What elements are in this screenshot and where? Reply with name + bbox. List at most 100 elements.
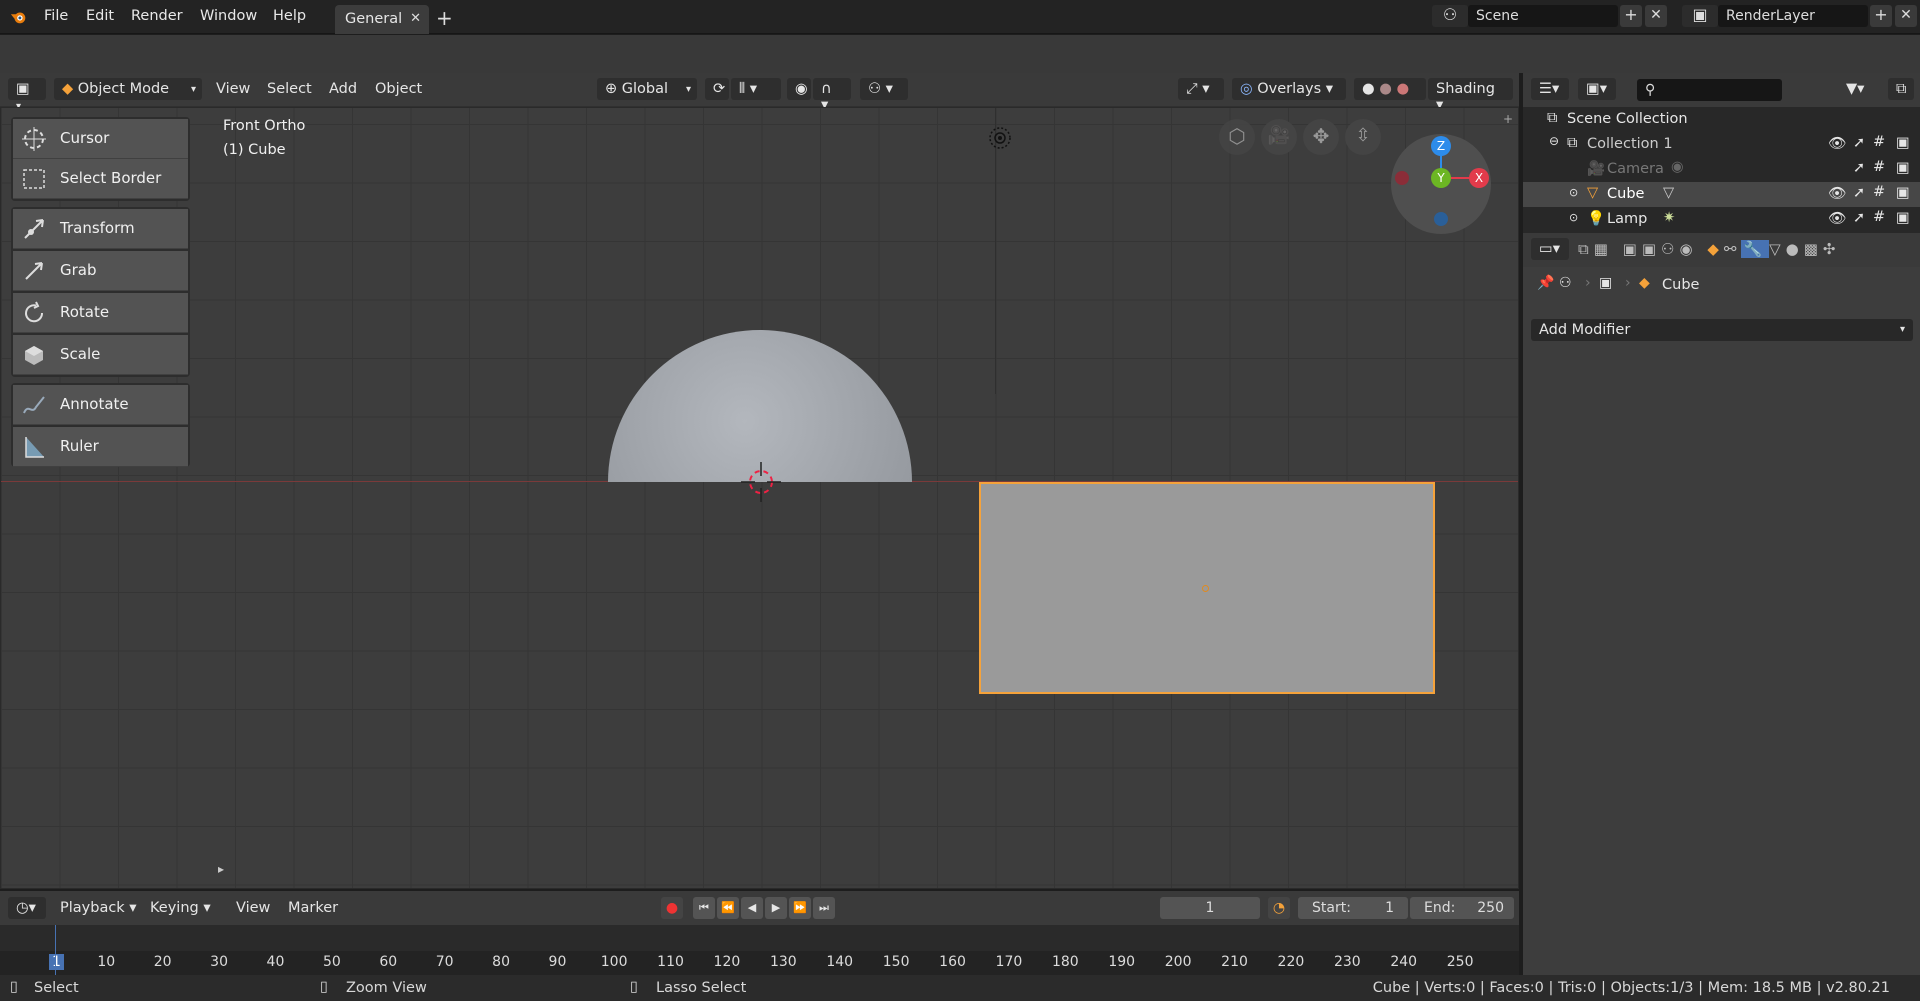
expand-sidebar-icon[interactable]: ▸ <box>218 862 224 876</box>
zoom-view-icon[interactable]: ⇳ <box>1345 119 1381 155</box>
3d-viewport[interactable]: Front Ortho (1) Cube Cursor Select Borde… <box>0 107 1519 889</box>
material-shading-icon[interactable]: ● <box>1379 81 1392 97</box>
renderlayer-selector-icon[interactable]: ▣ <box>1682 5 1718 27</box>
falloff-icon[interactable]: ∩ ▾ <box>813 78 851 113</box>
cube-object-selected[interactable] <box>979 482 1435 694</box>
select-arrow-icon[interactable]: ➚ <box>1853 135 1865 151</box>
delete-scene-button[interactable]: ✕ <box>1645 5 1667 27</box>
outliner-search-input[interactable]: ⚲ <box>1637 79 1782 101</box>
tool-ruler[interactable]: Ruler <box>13 427 188 467</box>
start-frame-field[interactable]: Start: 1 <box>1298 897 1408 919</box>
outliner-editor-type-icon[interactable]: ☰▾ <box>1531 78 1569 100</box>
visibility-eye-icon[interactable]: 👁 <box>1828 210 1846 227</box>
menu-help[interactable]: Help <box>273 8 306 24</box>
jump-keyframe-forward-button[interactable]: ⏩ <box>789 897 811 919</box>
navigation-gizmo[interactable]: Z Y X <box>1391 134 1491 234</box>
select-arrow-icon[interactable]: ➚ <box>1853 160 1865 176</box>
gizmo-toggle-icon[interactable]: ⤢ ▾ <box>1178 78 1224 100</box>
timeline-editor-type-icon[interactable]: ◷▾ <box>8 897 46 919</box>
disable-icon[interactable]: # <box>1873 159 1885 175</box>
menu-object[interactable]: Object <box>367 78 430 100</box>
proportional-edit-icon[interactable]: ◉ <box>787 78 811 100</box>
object-mode-dropdown[interactable]: ◆ Object Mode ▾ <box>54 78 202 100</box>
gizmo-neg-z-axis[interactable] <box>1434 212 1448 226</box>
menu-select[interactable]: Select <box>259 78 320 100</box>
3d-cursor-icon[interactable] <box>741 462 781 502</box>
jump-end-button[interactable]: ⏭ <box>813 897 835 919</box>
persp-ortho-toggle-icon[interactable]: ⬡ <box>1219 119 1255 155</box>
timeline-view-menu[interactable]: View <box>228 897 278 919</box>
new-scene-button[interactable]: + <box>1620 5 1642 27</box>
outliner-row-lamp[interactable]: ⊙ 💡 Lamp ✷ 👁 ➚ # ▣ <box>1523 207 1920 232</box>
expand-icon[interactable]: ⊙ <box>1569 211 1578 224</box>
properties-tabs[interactable]: ⧉▦ ▣▣⚇◉ ◆⚯ 🔧 ▽●▩✣ <box>1578 240 1841 258</box>
overlays-dropdown[interactable]: ◎ Overlays ▾ <box>1232 78 1346 100</box>
tool-scale[interactable]: Scale <box>13 335 188 375</box>
play-reverse-button[interactable]: ◀ <box>741 897 763 919</box>
blender-logo-icon[interactable] <box>10 8 28 26</box>
record-button[interactable]: ● <box>661 897 683 919</box>
new-collection-icon[interactable]: ⧉ <box>1888 78 1914 100</box>
orientation-dropdown[interactable]: ⊕ Global ▾ <box>597 78 697 100</box>
end-frame-field[interactable]: End: 250 <box>1410 897 1514 919</box>
outliner-row-collection[interactable]: ⊖ ⧉ Collection 1 👁 ➚ # ▣ <box>1523 132 1920 157</box>
sphere-object[interactable] <box>608 330 912 482</box>
renderlayer-name-field[interactable]: RenderLayer <box>1718 5 1868 27</box>
jump-keyframe-back-button[interactable]: ⏪ <box>717 897 739 919</box>
pivot-icon[interactable]: ⟳ <box>705 78 729 100</box>
add-workspace-icon[interactable]: + <box>436 8 453 28</box>
tool-transform[interactable]: Transform <box>13 209 188 249</box>
delete-renderlayer-button[interactable]: ✕ <box>1895 5 1917 27</box>
solid-shading-icon[interactable]: ● <box>1362 81 1375 97</box>
tool-annotate[interactable]: Annotate <box>13 385 188 425</box>
gizmo-z-axis[interactable]: Z <box>1431 136 1451 156</box>
outliner-row-cube[interactable]: ⊙ ▽ Cube ▽ 👁 ➚ # ▣ <box>1523 182 1920 207</box>
snap-icon[interactable]: ⫴ ▾ <box>731 78 781 100</box>
tool-grab[interactable]: Grab <box>13 251 188 291</box>
menu-edit[interactable]: Edit <box>86 8 114 24</box>
playback-menu[interactable]: Playback ▾ <box>52 897 145 919</box>
scene-selector-icon[interactable]: ⚇ <box>1432 5 1468 27</box>
lamp-object-icon[interactable] <box>986 124 1014 152</box>
jump-start-button[interactable]: ⏮ <box>693 897 715 919</box>
add-modifier-dropdown[interactable]: Add Modifier ▾ <box>1531 319 1913 341</box>
render-camera-icon[interactable]: ▣ <box>1896 185 1910 201</box>
outliner-row-scene-collection[interactable]: ⧉ Scene Collection <box>1523 107 1920 132</box>
marker-menu[interactable]: Marker <box>280 897 346 919</box>
shading-modes-group[interactable]: ● ● ● <box>1354 78 1426 100</box>
keying-menu[interactable]: Keying ▾ <box>142 897 219 919</box>
disable-icon[interactable]: # <box>1873 184 1885 200</box>
menu-file[interactable]: File <box>44 8 68 24</box>
editor-type-icon[interactable]: ▣ ▾ <box>8 78 46 112</box>
collapse-icon[interactable]: ⊖ <box>1549 134 1559 148</box>
render-camera-icon[interactable]: ▣ <box>1896 135 1910 151</box>
menu-render[interactable]: Render <box>131 8 183 24</box>
tool-cursor[interactable]: Cursor <box>13 119 188 159</box>
filter-icon[interactable]: ▼▾ <box>1838 78 1876 100</box>
current-frame-field[interactable]: 1 <box>1160 897 1260 919</box>
frame-ruler[interactable]: 1 10 20 30 40 50 60 70 80 90 100 110 120 130 140 150 160… <box>0 951 1519 975</box>
expand-icon[interactable]: ⊙ <box>1569 186 1578 199</box>
rendered-shading-icon[interactable]: ● <box>1397 81 1410 97</box>
disable-icon[interactable]: # <box>1873 209 1885 225</box>
object-visibility-icon[interactable]: ⚇ ▾ <box>860 78 908 100</box>
visibility-eye-icon[interactable]: 👁 <box>1828 135 1846 152</box>
tool-rotate[interactable]: Rotate <box>13 293 188 333</box>
preview-range-icon[interactable]: ◔ <box>1268 897 1290 919</box>
outliner-row-camera[interactable]: 🎥 Camera ◉ ➚ # ▣ <box>1523 157 1920 182</box>
disable-icon[interactable]: # <box>1873 134 1885 150</box>
playhead-line[interactable] <box>55 925 56 975</box>
gizmo-y-axis[interactable]: Y <box>1431 168 1451 188</box>
new-renderlayer-button[interactable]: + <box>1870 5 1892 27</box>
close-tab-icon[interactable]: ✕ <box>410 11 421 26</box>
properties-editor-type-icon[interactable]: ▭▾ <box>1531 238 1569 260</box>
display-mode-icon[interactable]: ▣▾ <box>1578 78 1616 100</box>
tool-select-border[interactable]: Select Border <box>13 159 188 199</box>
gizmo-neg-x-axis[interactable] <box>1395 171 1409 185</box>
visibility-eye-icon[interactable]: 👁 <box>1828 185 1846 202</box>
play-button[interactable]: ▶ <box>765 897 787 919</box>
gizmo-x-axis[interactable]: X <box>1469 168 1489 188</box>
pin-icon[interactable]: 📌 <box>1537 275 1554 291</box>
select-arrow-icon[interactable]: ➚ <box>1853 210 1865 226</box>
toggle-n-panel-icon[interactable]: + <box>1503 112 1513 126</box>
